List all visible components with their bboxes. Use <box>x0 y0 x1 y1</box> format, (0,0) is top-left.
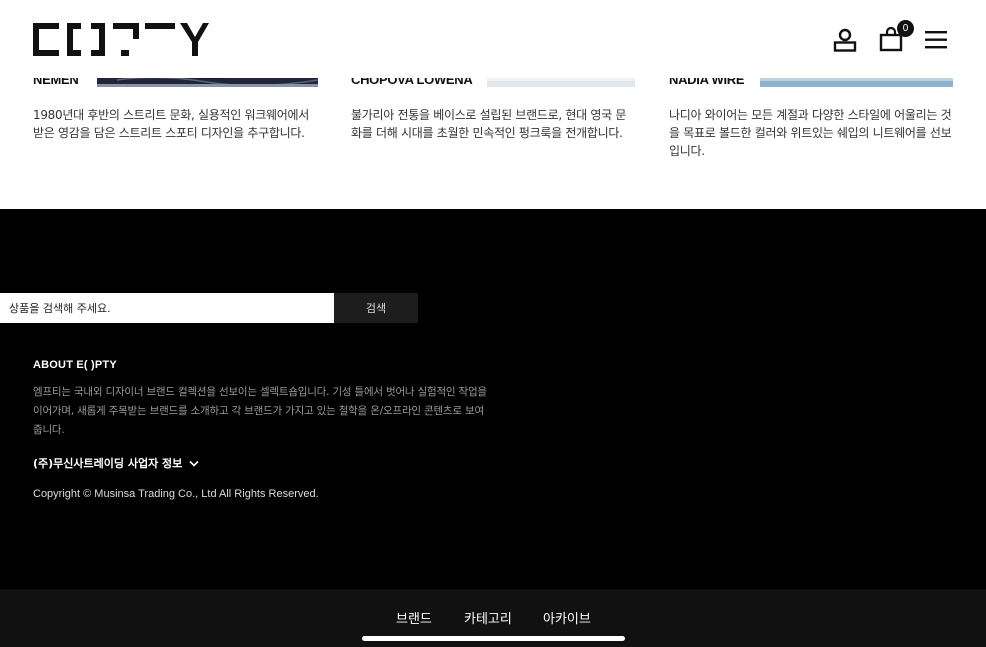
nav-item-category[interactable]: 카테고리 <box>464 608 512 627</box>
logo-icon <box>33 23 209 56</box>
nav-item-brand[interactable]: 브랜드 <box>396 608 432 627</box>
business-info-toggle[interactable]: (주)무신사트레이딩 사업자 정보 <box>33 455 199 471</box>
home-indicator <box>362 636 625 641</box>
brand-description: 나디아 와이어는 모든 계절과 다양한 스타일에 어울리는 것을 목표로 볼드한… <box>669 108 952 158</box>
brand-description: 불가리아 전통을 베이스로 설립된 브랜드로, 현대 영국 문화를 더해 시대를… <box>351 108 627 140</box>
business-info-label: (주)무신사트레이딩 사업자 정보 <box>33 457 183 470</box>
search-input[interactable] <box>0 293 334 323</box>
copyright-text: Copyright © Musinsa Trading Co., Ltd All… <box>33 488 319 500</box>
footer-search: 검색 <box>0 293 418 323</box>
bottom-nav: 브랜드 카테고리 아카이브 <box>0 589 986 647</box>
user-icon[interactable] <box>832 20 860 58</box>
brand-description: 1980년대 후반의 스트리트 문화, 실용적인 워크웨어에서 받은 영감을 담… <box>33 108 309 140</box>
menu-icon[interactable] <box>924 20 952 58</box>
header-icons: 0 <box>832 20 952 60</box>
cart-button[interactable]: 0 <box>878 20 918 58</box>
search-button[interactable]: 검색 <box>334 293 418 323</box>
about-title: ABOUT E( )PTY <box>33 359 117 371</box>
chevron-down-icon <box>189 460 199 467</box>
nav-item-archive[interactable]: 아카이브 <box>543 608 591 627</box>
site-header: 0 <box>0 0 986 78</box>
about-text: 엠프티는 국내외 디자이너 브랜드 컬렉션을 선보이는 셀렉트숍입니다. 기성 … <box>33 386 487 436</box>
cart-count-badge: 0 <box>897 20 914 37</box>
site-footer: 검색 ABOUT E( )PTY 엠프티는 국내외 디자이너 브랜드 컬렉션을 … <box>0 209 986 589</box>
logo[interactable] <box>33 21 209 58</box>
